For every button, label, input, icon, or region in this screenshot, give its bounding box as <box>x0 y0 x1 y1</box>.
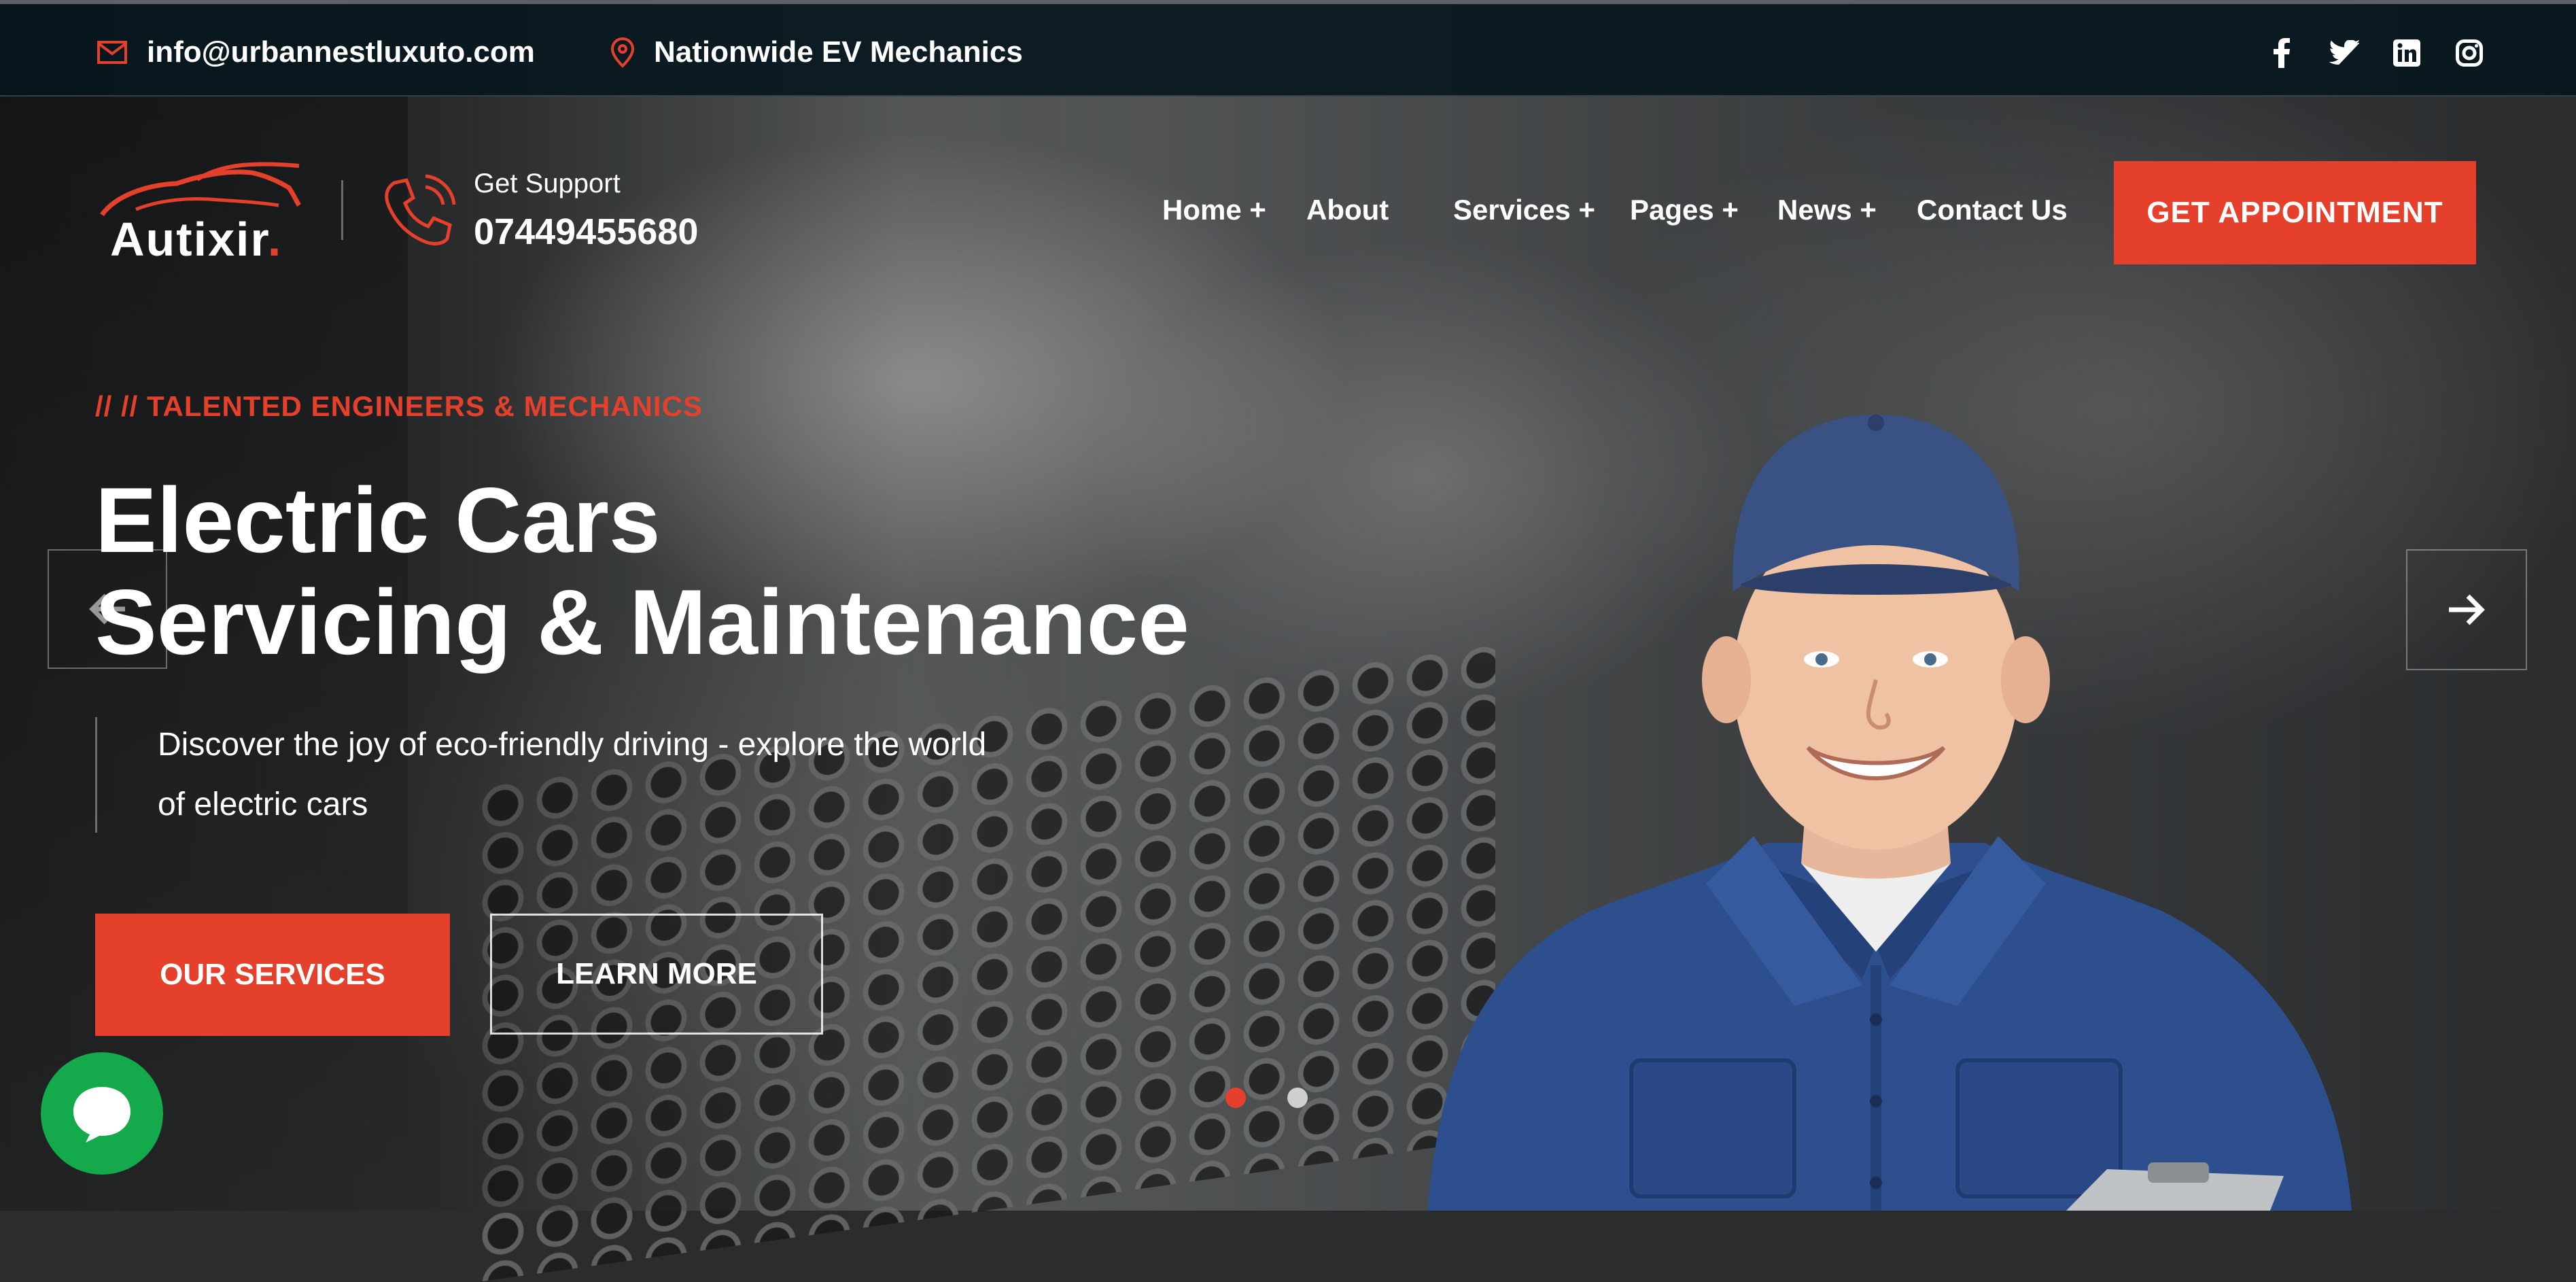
our-services-button[interactable]: OUR SERVICES <box>95 914 450 1036</box>
logo-text: Autixir. <box>110 213 283 266</box>
topbar-location: Nationwide EV Mechanics <box>610 35 1023 69</box>
nav-item-contact[interactable]: Contact Us <box>1917 194 2068 226</box>
hero-description: Discover the joy of eco-friendly driving… <box>158 727 987 822</box>
nav-item-about[interactable]: About <box>1306 194 1389 226</box>
site-logo[interactable]: Autixir. <box>95 160 313 269</box>
hero-title: Electric Cars Servicing & Maintenance <box>95 469 1189 673</box>
slider-next-button[interactable] <box>2406 549 2527 670</box>
topbar-email-text: info@urbannestluxuto.com <box>147 35 535 69</box>
slider-prev-button[interactable] <box>48 549 167 669</box>
slider-dot-2[interactable] <box>1287 1088 1308 1108</box>
learn-more-button[interactable]: LEARN MORE <box>490 914 823 1035</box>
support-label: Get Support <box>474 169 621 198</box>
get-appointment-button[interactable]: GET APPOINTMENT <box>2114 161 2476 264</box>
header-divider <box>341 180 343 240</box>
hero-title-line-1: Electric Cars <box>95 468 661 572</box>
mail-icon <box>97 41 127 64</box>
arrow-right-icon <box>2449 594 2485 625</box>
slider-dot-1[interactable] <box>1225 1088 1246 1108</box>
nav-item-services[interactable]: Services + <box>1453 194 1595 226</box>
top-bar: info@urbannestluxuto.com Nationwide EV M… <box>0 0 2576 97</box>
support-phone-number[interactable]: 07449455680 <box>474 211 698 253</box>
description-rule <box>95 717 97 833</box>
hero-kicker: // // TALENTED ENGINEERS & MECHANICS <box>95 390 703 422</box>
topbar-location-text: Nationwide EV Mechanics <box>654 35 1023 69</box>
linkedin-icon[interactable] <box>2392 38 2422 68</box>
twitter-icon[interactable] <box>2329 38 2359 68</box>
social-links <box>2267 38 2484 68</box>
instagram-icon[interactable] <box>2454 38 2484 68</box>
facebook-icon[interactable] <box>2267 38 2297 68</box>
phone-icon <box>381 173 457 253</box>
hero-title-line-2: Servicing & Maintenance <box>95 570 1189 674</box>
nav-item-news[interactable]: News + <box>1777 194 1877 226</box>
nav-item-home[interactable]: Home + <box>1162 194 1266 226</box>
chat-widget-button[interactable] <box>41 1052 163 1175</box>
location-pin-icon <box>610 37 635 68</box>
nav-item-pages[interactable]: Pages + <box>1630 194 1739 226</box>
mechanic-illustration <box>1427 415 2352 1211</box>
topbar-email[interactable]: info@urbannestluxuto.com <box>97 35 535 69</box>
chat-bubble-icon <box>73 1087 130 1143</box>
arrow-left-icon <box>89 593 125 625</box>
